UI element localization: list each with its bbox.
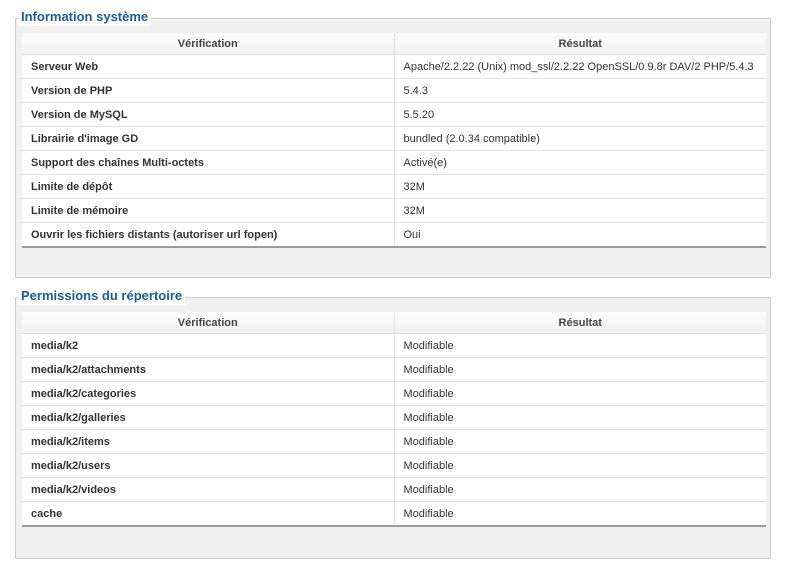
table-row: Limite de dépôt 32M — [22, 174, 766, 199]
row-value: bundled (2.0.34 compatible) — [393, 126, 766, 151]
row-value: Modifiable — [393, 405, 766, 430]
row-value: Modifiable — [393, 381, 766, 406]
column-header-check: Vérification — [22, 312, 394, 334]
row-label: media/k2/attachments — [22, 357, 394, 382]
row-label: Limite de dépôt — [22, 174, 394, 199]
page: Information système Vérification Résulta… — [0, 0, 788, 571]
row-value: Apache/2.2.22 (Unix) mod_ssl/2.2.22 Open… — [393, 54, 766, 79]
row-label: Ouvrir les fichiers distants (autoriser … — [22, 222, 394, 248]
row-label: Serveur Web — [22, 54, 394, 79]
row-value: Oui — [393, 222, 766, 248]
row-label: Librairie d'image GD — [22, 126, 394, 151]
row-value: 5.5.20 — [393, 102, 766, 127]
row-label: Version de MySQL — [22, 102, 394, 127]
directory-permissions-table: Vérification Résultat media/k2 Modifiabl… — [22, 312, 766, 527]
row-value: 32M — [393, 174, 766, 199]
table-row: media/k2/users Modifiable — [22, 453, 766, 478]
row-value: Modifiable — [393, 501, 766, 527]
row-value: Modifiable — [393, 453, 766, 478]
system-info-legend: Information système — [18, 8, 152, 26]
row-label: media/k2/users — [22, 453, 394, 478]
table-row: media/k2/galleries Modifiable — [22, 405, 766, 430]
column-header-result: Résultat — [393, 312, 766, 334]
row-value: 5.4.3 — [393, 78, 766, 103]
row-label: Limite de mémoire — [22, 198, 394, 223]
table-row: Librairie d'image GD bundled (2.0.34 com… — [22, 126, 766, 151]
row-label: media/k2/videos — [22, 477, 394, 502]
row-label: media/k2/galleries — [22, 405, 394, 430]
row-value: Modifiable — [393, 357, 766, 382]
table-row: media/k2/attachments Modifiable — [22, 357, 766, 382]
row-label: Version de PHP — [22, 78, 394, 103]
row-value: 32M — [393, 198, 766, 223]
column-header-result: Résultat — [393, 33, 766, 55]
column-header-check: Vérification — [22, 33, 394, 55]
system-info-table: Vérification Résultat Serveur Web Apache… — [22, 33, 766, 248]
table-row: Version de MySQL 5.5.20 — [22, 102, 766, 127]
table-row: Serveur Web Apache/2.2.22 (Unix) mod_ssl… — [22, 54, 766, 79]
system-info-panel: Information système Vérification Résulta… — [15, 8, 771, 278]
row-label: Support des chaînes Multi-octets — [22, 150, 394, 175]
table-row: media/k2/items Modifiable — [22, 429, 766, 454]
row-value: Modifiable — [393, 477, 766, 502]
row-label: media/k2/categories — [22, 381, 394, 406]
table-row: cache Modifiable — [22, 501, 766, 527]
row-value: Modifiable — [393, 429, 766, 454]
table-row: Support des chaînes Multi-octets Activé(… — [22, 150, 766, 175]
row-label: media/k2/items — [22, 429, 394, 454]
row-value: Modifiable — [393, 333, 766, 358]
directory-permissions-panel: Permissions du répertoire Vérification R… — [15, 287, 771, 559]
table-row: media/k2/videos Modifiable — [22, 477, 766, 502]
table-row: media/k2/categories Modifiable — [22, 381, 766, 406]
table-row: Version de PHP 5.4.3 — [22, 78, 766, 103]
row-label: cache — [22, 501, 394, 527]
table-row: media/k2 Modifiable — [22, 333, 766, 358]
table-header-row: Vérification Résultat — [22, 312, 766, 334]
row-label: media/k2 — [22, 333, 394, 358]
directory-permissions-legend: Permissions du répertoire — [18, 287, 186, 305]
table-row: Limite de mémoire 32M — [22, 198, 766, 223]
table-row: Ouvrir les fichiers distants (autoriser … — [22, 222, 766, 248]
row-value: Activé(e) — [393, 150, 766, 175]
table-header-row: Vérification Résultat — [22, 33, 766, 55]
